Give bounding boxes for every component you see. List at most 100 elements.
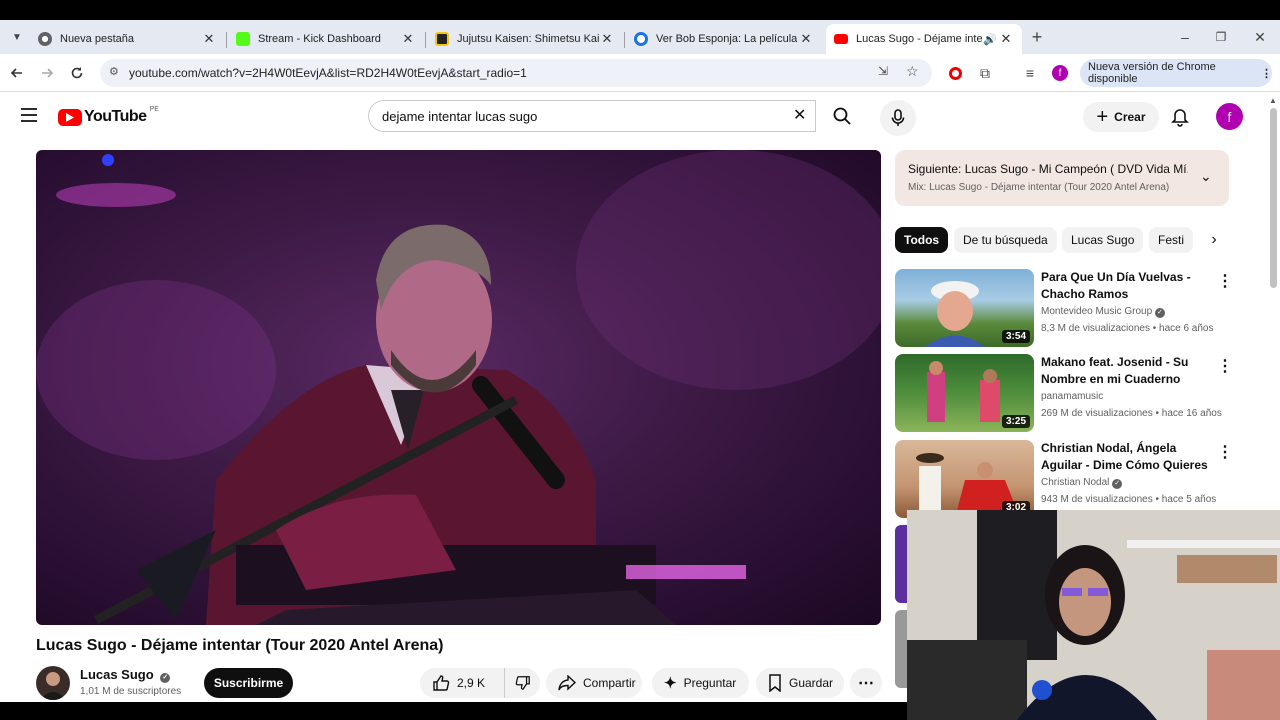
back-icon[interactable] <box>6 62 28 84</box>
save-label: Guardar <box>789 676 834 690</box>
search-query-text: dejame intentar lucas sugo <box>382 109 538 124</box>
profile-avatar-icon[interactable]: f <box>1049 62 1071 84</box>
ask-label: Preguntar <box>683 676 737 690</box>
hamburger-menu-icon[interactable] <box>20 108 38 127</box>
streaming-site-icon <box>634 32 648 46</box>
share-label: Compartir <box>583 676 636 690</box>
video-thumbnail-partial[interactable] <box>895 610 907 688</box>
subscribe-button[interactable]: Suscribirme <box>204 668 293 698</box>
tab-jujutsu-kaisen[interactable]: Jujutsu Kaisen: Shimetsu Kaiyu ✕ <box>427 24 623 54</box>
tab-search-icon[interactable]: ▼ <box>6 26 28 48</box>
channel-name[interactable]: Lucas Sugo ✓ <box>80 667 171 683</box>
list-item[interactable]: 3:54 Para Que Un Día Vuelvas - Chacho Ra… <box>895 269 1235 349</box>
reload-icon[interactable] <box>66 62 88 84</box>
chip-todos[interactable]: Todos <box>895 227 949 253</box>
chevron-down-icon[interactable]: ⌄ <box>1200 168 1212 185</box>
youtube-logo[interactable]: YouTube PE <box>58 106 159 126</box>
opera-extension-icon[interactable] <box>944 62 966 84</box>
restore-icon[interactable]: ❐ <box>1210 26 1232 48</box>
tab-divider <box>425 32 426 48</box>
chip-lucas-sugo[interactable]: Lucas Sugo <box>1062 227 1144 253</box>
video-frame-image <box>36 150 881 625</box>
video-thumbnail-partial[interactable] <box>895 525 907 603</box>
tab-title: Stream - Kick Dashboard <box>258 33 381 45</box>
minimize-icon[interactable]: – <box>1174 26 1196 48</box>
account-avatar[interactable]: f <box>1216 103 1243 130</box>
plus-icon: + <box>1096 106 1109 128</box>
up-next-panel[interactable]: Siguiente: Lucas Sugo - Mi Campeón ( DVD… <box>895 150 1229 206</box>
video-title: Makano feat. Josenid - Su Nombre en mi C… <box>1041 355 1189 386</box>
voice-search-button[interactable] <box>880 100 916 136</box>
duration-badge: 3:25 <box>1001 415 1030 428</box>
channel-name-text: Lucas Sugo <box>80 667 154 682</box>
bookmark-icon <box>768 674 782 692</box>
subscriber-count: 1,01 M de suscriptores <box>80 686 182 697</box>
channel-name: Montevideo Music Group ✓ <box>1041 306 1165 318</box>
chip-de-tu-busqueda[interactable]: De tu búsqueda <box>954 227 1057 253</box>
close-window-icon[interactable]: ✕ <box>1249 26 1271 48</box>
tab-title: Ver Bob Esponja: La película On <box>656 33 798 45</box>
new-tab-plus-icon[interactable]: + <box>1026 26 1048 48</box>
save-button[interactable]: Guardar <box>756 668 844 698</box>
up-next-title: Siguiente: Lucas Sugo - Mi Campeón ( DVD… <box>908 162 1188 176</box>
thumbs-down-icon <box>515 675 531 691</box>
forward-icon[interactable] <box>36 62 58 84</box>
video-thumbnail[interactable]: 3:02 <box>895 440 1034 518</box>
channel-avatar[interactable] <box>36 666 70 700</box>
share-icon <box>558 675 576 691</box>
menu-dots-icon[interactable]: ⋮ <box>1261 67 1272 80</box>
tab-kick-dashboard[interactable]: Stream - Kick Dashboard ✕ <box>228 24 424 54</box>
update-label: Nueva versión de Chrome disponible <box>1088 61 1216 85</box>
close-tab-icon[interactable]: ✕ <box>798 31 814 47</box>
search-button[interactable] <box>816 100 868 132</box>
video-meta: 269 M de visualizaciones • hace 16 años <box>1041 408 1222 419</box>
chrome-update-button[interactable]: Nueva versión de Chrome disponible ⋮ <box>1080 59 1272 87</box>
youtube-wordmark: YouTube <box>84 108 147 125</box>
close-tab-icon[interactable]: ✕ <box>599 31 615 47</box>
dislike-button[interactable] <box>504 668 540 698</box>
scrollbar-thumb[interactable] <box>1270 108 1277 288</box>
tab-youtube-active[interactable]: Lucas Sugo - Déjame intent 🔊 ✕ <box>826 24 1022 54</box>
list-item[interactable]: 3:02 Christian Nodal, Ángela Aguilar - D… <box>895 440 1235 520</box>
share-button[interactable]: Compartir <box>546 668 642 698</box>
verified-icon: ✓ <box>1112 479 1123 489</box>
extensions-icon[interactable]: ⧉ <box>974 62 996 84</box>
video-title: Para Que Un Día Vuelvas - Chacho Ramos <box>1041 270 1191 301</box>
up-next-mix: Mix: Lucas Sugo - Déjame intentar (Tour … <box>908 182 1170 193</box>
tab-divider <box>226 32 227 48</box>
more-vert-icon[interactable]: ⋮ <box>1217 442 1233 462</box>
site-info-icon[interactable]: ⚙ <box>109 65 119 78</box>
video-thumbnail[interactable]: 3:25 <box>895 354 1034 432</box>
more-horizontal-icon: ⋯ <box>858 675 874 692</box>
webcam-image <box>907 510 1280 720</box>
search-input[interactable]: dejame intentar lucas sugo ✕ <box>368 100 816 132</box>
install-app-icon[interactable]: ⇲ <box>878 64 888 78</box>
like-count: 2,9 K <box>457 676 486 690</box>
video-player[interactable] <box>36 150 881 625</box>
chip-festi[interactable]: Festi <box>1149 227 1194 253</box>
create-button[interactable]: + Crear <box>1083 102 1159 132</box>
notifications-bell-icon[interactable] <box>1171 108 1189 132</box>
verified-icon: ✓ <box>160 673 171 683</box>
media-control-icon[interactable]: ≡ <box>1019 62 1041 84</box>
list-item[interactable]: 3:25 Makano feat. Josenid - Su Nombre en… <box>895 354 1235 434</box>
tab-bob-esponja[interactable]: Ver Bob Esponja: La película On ✕ <box>626 24 822 54</box>
close-tab-icon[interactable]: ✕ <box>400 31 416 47</box>
more-vert-icon[interactable]: ⋮ <box>1217 271 1233 291</box>
more-vert-icon[interactable]: ⋮ <box>1217 356 1233 376</box>
tab-nueva-pestana[interactable]: Nueva pestaña ✕ <box>30 24 225 54</box>
video-title: Christian Nodal, Ángela Aguilar - Dime C… <box>1041 441 1208 472</box>
clear-search-icon[interactable]: ✕ <box>793 105 806 125</box>
close-tab-icon[interactable]: ✕ <box>998 31 1014 47</box>
close-tab-icon[interactable]: ✕ <box>201 31 217 47</box>
like-button[interactable]: 2,9 K <box>420 668 504 698</box>
more-actions-button[interactable]: ⋯ <box>850 668 882 698</box>
speaker-icon[interactable]: 🔊 <box>982 33 998 46</box>
scroll-up-arrow-icon[interactable]: ▲ <box>1269 96 1277 105</box>
bookmark-star-icon[interactable]: ☆ <box>906 63 919 80</box>
video-thumbnail[interactable]: 3:54 <box>895 269 1034 347</box>
address-bar[interactable]: ⚙ youtube.com/watch?v=2H4W0tEevjA&list=R… <box>100 59 932 87</box>
ask-button[interactable]: ✦ Preguntar <box>652 668 749 698</box>
chevron-right-icon[interactable]: › <box>1199 227 1229 253</box>
filter-chips: Todos De tu búsqueda Lucas Sugo Festi › <box>895 227 1229 255</box>
